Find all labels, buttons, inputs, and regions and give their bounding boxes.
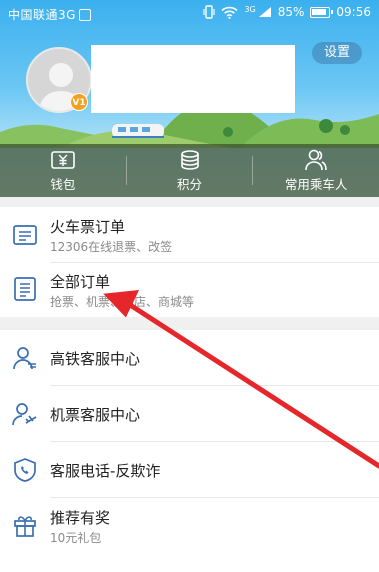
list-item-title: 客服电话-反欺诈	[50, 462, 161, 480]
quick-action-label: 钱包	[50, 177, 76, 192]
quick-action-passengers[interactable]: 常用乘车人	[253, 144, 379, 197]
train-ticket-icon	[13, 225, 37, 245]
signal-icon	[258, 7, 271, 17]
quick-action-label: 积分	[177, 177, 203, 192]
quick-actions-bar: 钱包 积分 常用乘车人	[0, 144, 379, 197]
list-item-subtitle: 12306在线退票、改签	[50, 240, 173, 254]
list-item-referral-reward[interactable]: 推荐有奖 10元礼包	[0, 498, 379, 556]
settings-button[interactable]: 设置	[312, 42, 362, 64]
list-item-subtitle: 10元礼包	[50, 531, 102, 545]
carrier-info: 中国联通3G	[8, 6, 91, 23]
quick-action-wallet[interactable]: 钱包	[0, 144, 126, 197]
battery-percent: 85%	[277, 5, 305, 19]
list-item-train-orders[interactable]: 火车票订单 12306在线退票、改签	[0, 207, 379, 262]
quick-action-points[interactable]: 积分	[127, 144, 253, 197]
wallet-icon	[50, 148, 76, 172]
list-item-antifraud-hotline[interactable]: 客服电话-反欺诈	[0, 442, 379, 497]
list-item-title: 火车票订单	[50, 218, 126, 236]
vip-badge: V1	[70, 93, 88, 111]
vibrate-icon	[203, 5, 216, 19]
profile-header: 中国联通3G 3G 85% 09:56 设置 V1 钱包 积分 常用乘车人	[0, 0, 379, 197]
services-section: 高铁客服中心 机票客服中心 客服电话-反欺诈 推荐有奖 10元礼包	[0, 330, 379, 572]
rail-support-icon	[13, 347, 36, 370]
clock: 09:56	[336, 5, 371, 19]
list-item-all-orders[interactable]: 全部订单 抢票、机票、酒店、商城等	[0, 262, 379, 317]
list-item-flight-support[interactable]: 机票客服中心	[0, 386, 379, 441]
shield-phone-icon	[14, 458, 36, 482]
order-list-icon	[14, 277, 36, 301]
list-item-title: 推荐有奖	[50, 509, 111, 527]
list-item-subtitle: 抢票、机票、酒店、商城等	[50, 295, 195, 309]
quick-action-label: 常用乘车人	[284, 177, 348, 192]
profile-info-redacted[interactable]	[91, 45, 295, 113]
list-item-rail-support[interactable]: 高铁客服中心	[0, 330, 379, 385]
carrier-label: 中国联通3G	[8, 8, 76, 22]
status-bar: 中国联通3G 3G 85% 09:56	[0, 0, 379, 28]
battery-icon	[310, 6, 334, 18]
gift-icon	[14, 516, 36, 537]
coins-icon	[179, 148, 201, 172]
flight-support-icon	[12, 403, 37, 426]
list-item-title: 机票客服中心	[50, 406, 141, 424]
wifi-icon	[221, 6, 238, 19]
status-right: 3G 85% 09:56	[203, 5, 371, 19]
passengers-icon	[304, 148, 328, 172]
train-illustration	[112, 124, 164, 138]
sim-icon	[78, 8, 91, 21]
list-item-title: 全部订单	[50, 273, 111, 291]
orders-section: 火车票订单 12306在线退票、改签 全部订单 抢票、机票、酒店、商城等	[0, 207, 379, 317]
list-item-title: 高铁客服中心	[50, 350, 141, 368]
network-type: 3G	[244, 4, 256, 14]
